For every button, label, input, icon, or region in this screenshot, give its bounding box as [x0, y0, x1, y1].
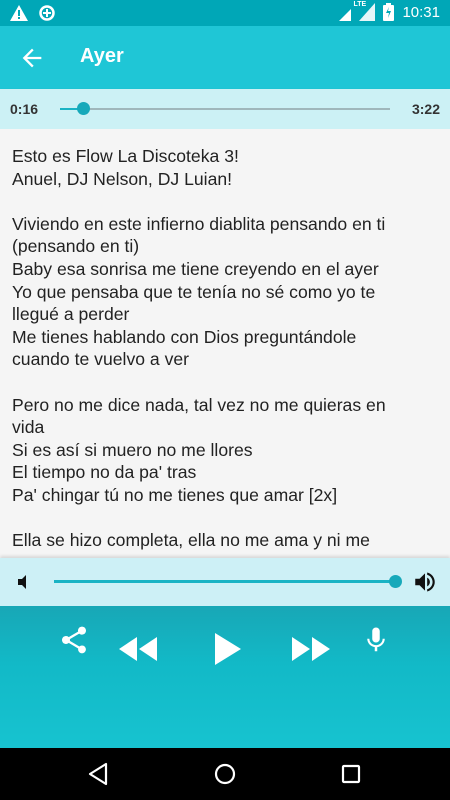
nav-home-icon[interactable] — [212, 761, 238, 787]
lyrics-line: Pero no me dice nada, tal vez no me quie… — [12, 394, 386, 415]
page-title: Ayer — [80, 45, 124, 67]
battery-charging-icon — [383, 3, 395, 21]
seek-bar: 0:16 3:22 — [0, 89, 450, 129]
lyrics-line: Me tienes hablando con Dios preguntándol… — [12, 326, 357, 347]
data-saver-icon — [38, 4, 56, 22]
app-bar: Ayer — [0, 26, 450, 89]
volume-down-icon[interactable] — [15, 572, 33, 592]
lyrics-line: Anuel, DJ Nelson, DJ Luian! — [12, 168, 233, 189]
lyrics-line: Ella se hizo completa, ella no me ama y … — [12, 530, 370, 551]
nav-back-icon[interactable] — [86, 761, 112, 787]
microphone-icon[interactable] — [361, 624, 391, 661]
volume-up-icon[interactable] — [412, 569, 438, 595]
total-time: 3:22 — [411, 101, 440, 117]
nav-recents-icon[interactable] — [338, 761, 364, 787]
volume-thumb[interactable] — [389, 575, 402, 588]
current-time: 0:16 — [10, 101, 39, 117]
lyrics-line: (pensando en ti) — [12, 236, 140, 257]
volume-slider[interactable] — [54, 575, 402, 588]
lte-signal-icon: LTE — [353, 1, 376, 21]
lyrics-line: Baby esa sonrisa me tiene creyendo en el… — [12, 258, 379, 279]
lyrics-text[interactable]: Esto es Flow La Discoteka 3! Anuel, DJ Ne… — [0, 129, 450, 558]
share-icon[interactable] — [58, 624, 90, 661]
wifi-icon — [339, 3, 352, 21]
volume-bar — [0, 558, 450, 606]
lyrics-line: Pa' chingar tú no me tienes que amar [2x… — [12, 484, 338, 505]
play-icon[interactable] — [211, 631, 243, 672]
network-type-label: LTE — [353, 1, 367, 8]
lyrics-line: Yo que pensaba que te tenía no sé como y… — [12, 281, 376, 302]
clock: 10:31 — [402, 3, 440, 21]
lyrics-line: El tiempo no da pa' tras — [12, 462, 197, 483]
lyrics-line: Si es así si muero no me llores — [12, 439, 253, 460]
playback-controls — [0, 606, 450, 748]
arrow-back-icon[interactable] — [18, 44, 46, 72]
progress-slider[interactable] — [60, 102, 390, 115]
lyrics-blank-line — [12, 190, 438, 213]
status-bar: LTE 10:31 — [0, 0, 450, 26]
progress-thumb[interactable] — [77, 102, 91, 115]
lyrics-line: cuando te vuelvo a ver — [12, 349, 190, 370]
lyrics-line: Esto es Flow La Discoteka 3! — [12, 146, 239, 166]
lyrics-blank-line — [12, 507, 438, 530]
system-nav-bar — [0, 748, 450, 800]
rewind-icon[interactable] — [117, 633, 159, 670]
lyrics-blank-line — [12, 371, 438, 394]
warning-icon — [10, 5, 28, 21]
lyrics-line: Viviendo en este infierno diablita pensa… — [12, 213, 386, 234]
lyrics-line: llegué a perder — [12, 304, 130, 325]
lyrics-line: vida — [12, 417, 45, 438]
fast-forward-icon[interactable] — [290, 633, 332, 670]
